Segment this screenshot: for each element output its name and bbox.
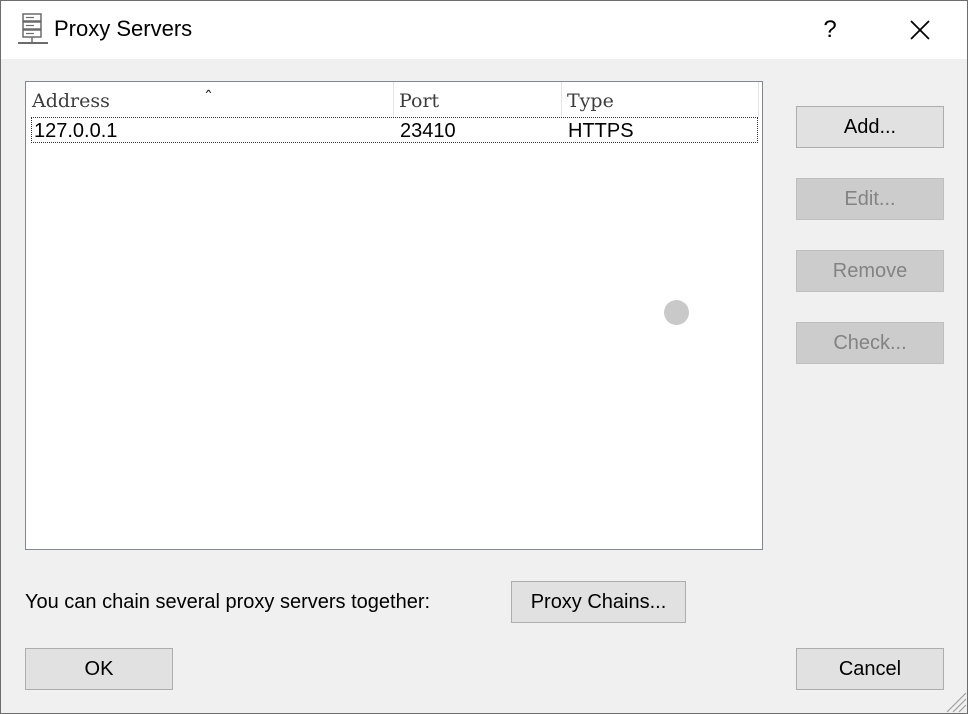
column-header-port[interactable]: Port — [393, 82, 561, 117]
column-header-port-label: Port — [399, 90, 440, 112]
edit-button[interactable]: Edit... — [796, 178, 944, 220]
touch-cursor-indicator — [664, 300, 689, 325]
column-header-type[interactable]: Type — [561, 82, 758, 117]
list-header: Address ˆ Port Type — [26, 82, 762, 117]
remove-button[interactable]: Remove — [796, 250, 944, 292]
cell-address: 127.0.0.1 — [34, 120, 118, 142]
proxy-chains-button[interactable]: Proxy Chains... — [511, 581, 686, 623]
ok-button[interactable]: OK — [25, 648, 173, 690]
table-row[interactable]: 127.0.0.1 23410 HTTPS — [31, 117, 758, 143]
sort-ascending-icon: ˆ — [204, 88, 213, 109]
add-button[interactable]: Add... — [796, 106, 944, 148]
close-icon — [910, 20, 930, 40]
resize-grip-icon[interactable] — [943, 689, 967, 713]
check-button[interactable]: Check... — [796, 322, 944, 364]
server-icon — [18, 13, 48, 44]
column-header-address[interactable]: Address ˆ — [26, 82, 393, 117]
proxy-list[interactable]: Address ˆ Port Type 127.0.0.1 23410 HTTP… — [25, 81, 763, 550]
cancel-button[interactable]: Cancel — [796, 648, 944, 690]
cell-type: HTTPS — [568, 120, 634, 142]
window-title: Proxy Servers — [54, 16, 193, 41]
chain-description-label: You can chain several proxy servers toge… — [25, 591, 431, 613]
title-bar: Proxy Servers ? — [1, 1, 967, 59]
column-divider[interactable] — [758, 82, 759, 117]
proxy-servers-dialog: Proxy Servers ? Address ˆ Port Type 127.… — [0, 0, 968, 714]
cell-port: 23410 — [400, 120, 456, 142]
close-button[interactable] — [891, 1, 949, 59]
column-header-address-label: Address — [32, 90, 110, 112]
column-header-type-label: Type — [567, 90, 614, 112]
help-button[interactable]: ? — [801, 1, 859, 59]
